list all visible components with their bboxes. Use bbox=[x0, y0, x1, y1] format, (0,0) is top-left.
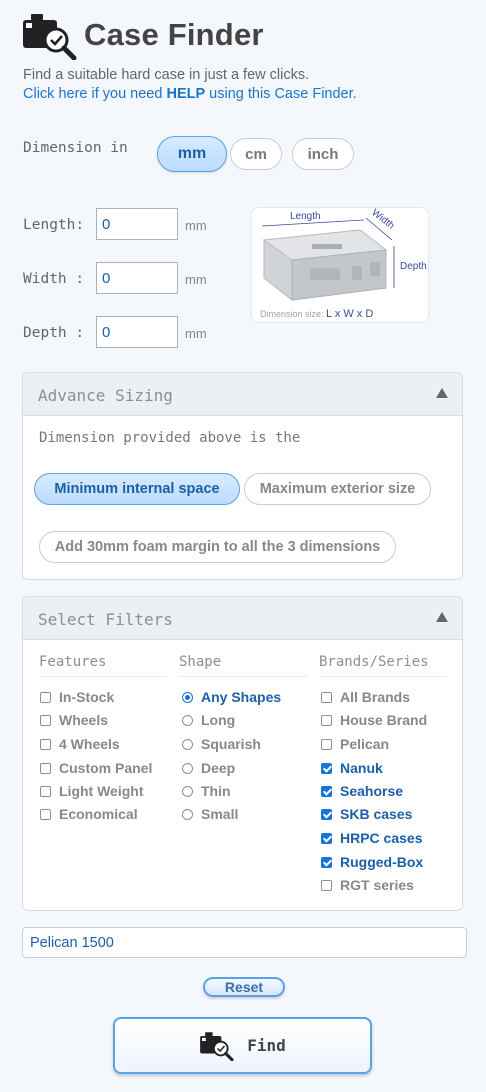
checkbox[interactable] bbox=[40, 714, 51, 726]
brand-rugged-box[interactable]: Rugged-Box bbox=[321, 853, 423, 871]
shape-any-shapes[interactable]: Any Shapes bbox=[182, 688, 281, 706]
help-link[interactable]: Click here if you need HELP using this C… bbox=[23, 86, 357, 102]
unit-cm-button[interactable]: cm bbox=[230, 138, 282, 170]
width-label: Width : bbox=[23, 271, 85, 287]
maximum-exterior-size-button[interactable]: Maximum exterior size bbox=[244, 473, 431, 505]
diagram-length-label: Length bbox=[290, 211, 321, 222]
checkbox[interactable] bbox=[321, 879, 332, 891]
foam-margin-button[interactable]: Add 30mm foam margin to all the 3 dimens… bbox=[39, 531, 396, 563]
checkbox[interactable] bbox=[321, 808, 332, 820]
checkbox[interactable] bbox=[321, 785, 332, 797]
checkbox[interactable] bbox=[321, 856, 332, 868]
diagram-depth-label: Depth bbox=[400, 261, 427, 272]
brand-pelican[interactable]: Pelican bbox=[321, 735, 389, 753]
width-input[interactable] bbox=[96, 262, 178, 294]
radio-button[interactable] bbox=[182, 762, 193, 774]
app-title: Case Finder bbox=[84, 17, 264, 52]
advance-sizing-description: Dimension provided above is the bbox=[39, 430, 301, 446]
checkbox[interactable] bbox=[40, 738, 51, 750]
find-button[interactable]: Find bbox=[113, 1017, 372, 1074]
case-search-icon bbox=[200, 1031, 234, 1061]
dimension-diagram: Length Width Depth Dimension size: L x W… bbox=[251, 207, 429, 323]
checkbox[interactable] bbox=[40, 808, 51, 820]
shape-deep[interactable]: Deep bbox=[182, 759, 235, 777]
brand-house-brand[interactable]: House Brand bbox=[321, 711, 427, 729]
feature-4-wheels[interactable]: 4 Wheels bbox=[40, 735, 120, 753]
checkbox[interactable] bbox=[40, 785, 51, 797]
reset-button[interactable]: Reset bbox=[203, 977, 285, 997]
feature-light-weight[interactable]: Light Weight bbox=[40, 782, 144, 800]
case-search-logo-icon bbox=[23, 14, 77, 60]
collapse-arrow-icon[interactable] bbox=[436, 612, 448, 622]
brand-nanuk[interactable]: Nanuk bbox=[321, 759, 383, 777]
shape-long[interactable]: Long bbox=[182, 711, 235, 729]
feature-custom-panel[interactable]: Custom Panel bbox=[40, 759, 152, 777]
brand-seahorse[interactable]: Seahorse bbox=[321, 782, 403, 800]
length-unit: mm bbox=[185, 218, 207, 233]
shape-small[interactable]: Small bbox=[182, 805, 238, 823]
features-header: Features bbox=[39, 654, 167, 677]
brand-all-brands[interactable]: All Brands bbox=[321, 688, 410, 706]
length-input[interactable] bbox=[96, 208, 178, 240]
advance-sizing-header[interactable]: Advance Sizing bbox=[23, 373, 462, 416]
collapse-arrow-icon[interactable] bbox=[436, 388, 448, 398]
width-unit: mm bbox=[185, 272, 207, 287]
unit-inch-button[interactable]: inch bbox=[292, 138, 354, 170]
checkbox[interactable] bbox=[40, 691, 51, 703]
radio-button[interactable] bbox=[182, 691, 193, 703]
depth-unit: mm bbox=[185, 326, 207, 341]
advance-sizing-panel: Advance Sizing Dimension provided above … bbox=[22, 372, 463, 580]
depth-input[interactable] bbox=[96, 316, 178, 348]
select-filters-header[interactable]: Select Filters bbox=[23, 597, 462, 640]
checkbox[interactable] bbox=[321, 714, 332, 726]
shape-header: Shape bbox=[179, 654, 307, 677]
checkbox[interactable] bbox=[321, 762, 332, 774]
feature-economical[interactable]: Economical bbox=[40, 805, 138, 823]
brand-rgt-series[interactable]: RGT series bbox=[321, 876, 414, 894]
checkbox[interactable] bbox=[321, 832, 332, 844]
brand-hrpc-cases[interactable]: HRPC cases bbox=[321, 829, 423, 847]
app-header: Case Finder bbox=[22, 12, 462, 62]
checkbox[interactable] bbox=[40, 762, 51, 774]
dimension-unit-label: Dimension in bbox=[23, 140, 128, 156]
minimum-internal-space-button[interactable]: Minimum internal space bbox=[34, 473, 240, 505]
brand-skb-cases[interactable]: SKB cases bbox=[321, 805, 412, 823]
length-label: Length: bbox=[23, 217, 85, 233]
shape-squarish[interactable]: Squarish bbox=[182, 735, 261, 753]
diagram-caption: Dimension size: L x W x D bbox=[260, 308, 374, 320]
unit-mm-button[interactable]: mm bbox=[157, 136, 227, 172]
feature-in-stock[interactable]: In-Stock bbox=[40, 688, 114, 706]
radio-button[interactable] bbox=[182, 808, 193, 820]
brands-header: Brands/Series bbox=[319, 654, 447, 677]
advance-sizing-title: Advance Sizing bbox=[38, 386, 173, 405]
radio-button[interactable] bbox=[182, 785, 193, 797]
model-search-input[interactable] bbox=[22, 927, 467, 958]
select-filters-panel: Select Filters Features Shape Brands/Ser… bbox=[22, 596, 463, 911]
tagline: Find a suitable hard case in just a few … bbox=[23, 67, 310, 83]
radio-button[interactable] bbox=[182, 738, 193, 750]
depth-label: Depth : bbox=[23, 325, 85, 341]
find-button-label: Find bbox=[247, 1036, 286, 1055]
checkbox[interactable] bbox=[321, 691, 332, 703]
feature-wheels[interactable]: Wheels bbox=[40, 711, 108, 729]
shape-thin[interactable]: Thin bbox=[182, 782, 231, 800]
radio-button[interactable] bbox=[182, 714, 193, 726]
select-filters-title: Select Filters bbox=[38, 610, 173, 629]
checkbox[interactable] bbox=[321, 738, 332, 750]
